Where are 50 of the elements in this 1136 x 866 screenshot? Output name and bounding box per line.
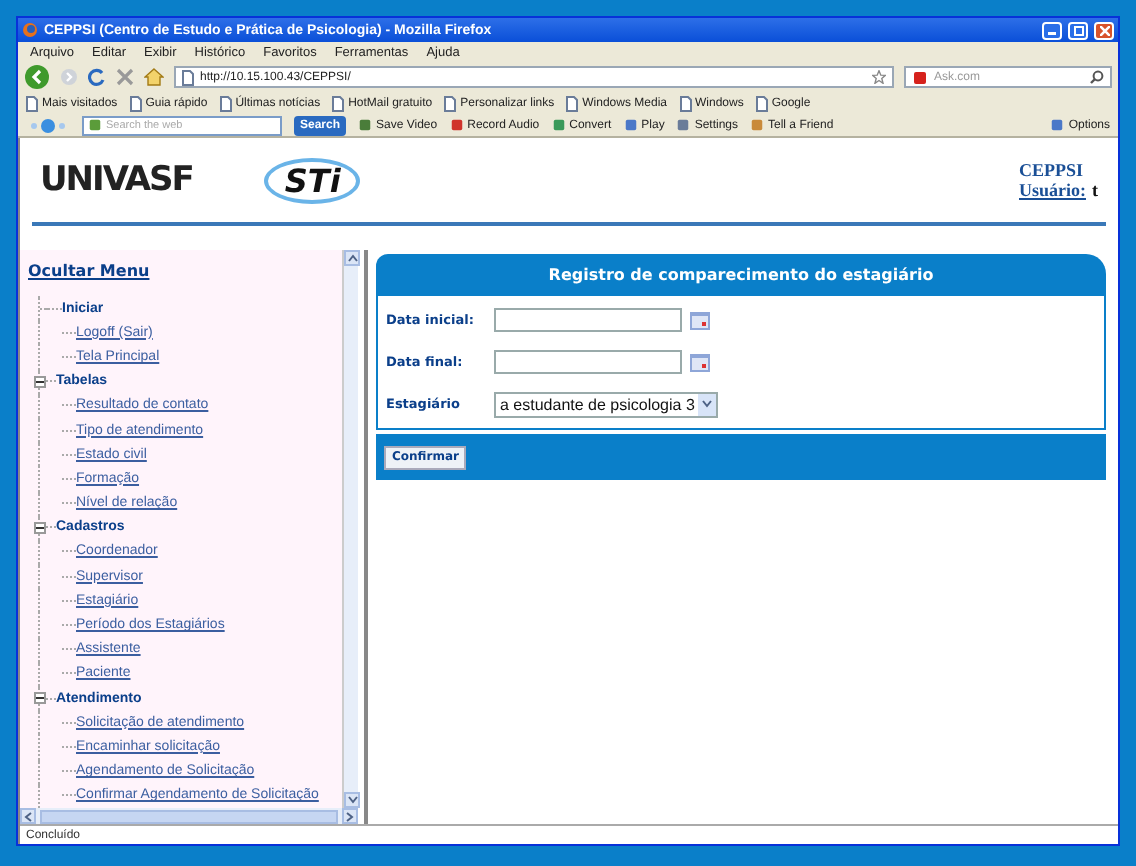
toolbar-icon (449, 118, 464, 132)
back-icon[interactable] (24, 64, 50, 90)
collapse-toggle[interactable] (34, 521, 46, 534)
home-icon[interactable] (144, 68, 164, 86)
page-icon (566, 95, 579, 111)
site-name: CEPPSI (1019, 160, 1086, 180)
firefox-icon (22, 22, 38, 38)
maximize-button[interactable] (1068, 21, 1088, 39)
page-icon (679, 95, 691, 111)
page-icon (755, 95, 768, 111)
hide-menu-link[interactable]: Ocultar Menu (28, 262, 342, 280)
toolbar-icon (551, 118, 566, 132)
page-icon (444, 95, 457, 111)
close-button[interactable] (1094, 21, 1114, 39)
collapse-toggle[interactable] (34, 375, 46, 388)
user-link[interactable]: Usuário: (1019, 180, 1086, 200)
ask-logo-icon (26, 117, 70, 133)
scroll-up-icon[interactable] (344, 250, 360, 266)
star-icon[interactable] (872, 70, 886, 84)
scroll-right-icon[interactable] (342, 808, 358, 824)
collapse-toggle[interactable] (34, 692, 46, 705)
maximize-icon (1073, 25, 1083, 35)
scroll-left-icon[interactable] (20, 808, 36, 824)
close-icon (1099, 25, 1109, 35)
calendar-icon[interactable] (690, 353, 710, 371)
intern-dropdown[interactable]: a estudante de psicologia 3 (494, 391, 719, 417)
horizontal-scrollbar[interactable] (20, 808, 358, 824)
user-name: t (1092, 180, 1098, 200)
minimize-button[interactable] (1042, 21, 1062, 39)
page-icon (219, 95, 232, 111)
toolbar-icon (676, 118, 691, 132)
form-title: Registro de comparecimento do estagiário (376, 254, 1106, 294)
date-field[interactable] (494, 308, 682, 332)
sti-logo: STi (264, 157, 361, 203)
options-icon (1050, 118, 1065, 132)
page-icon (129, 95, 142, 111)
page-icon (26, 95, 38, 111)
univasf-logo: UNIVASF (40, 160, 193, 200)
toolbar-icon (623, 118, 638, 132)
page-icon (332, 95, 345, 111)
toolbar-icon (358, 118, 373, 132)
dropdown-caret-icon[interactable] (698, 393, 717, 415)
page-icon (182, 69, 194, 85)
search-icon[interactable] (1090, 70, 1104, 84)
vertical-scrollbar[interactable] (342, 250, 358, 808)
calendar-icon[interactable] (690, 311, 710, 329)
date-field[interactable] (494, 350, 682, 374)
toolbar-icon (750, 118, 765, 132)
scroll-down-icon[interactable] (344, 792, 360, 808)
reload-icon[interactable] (88, 68, 106, 86)
